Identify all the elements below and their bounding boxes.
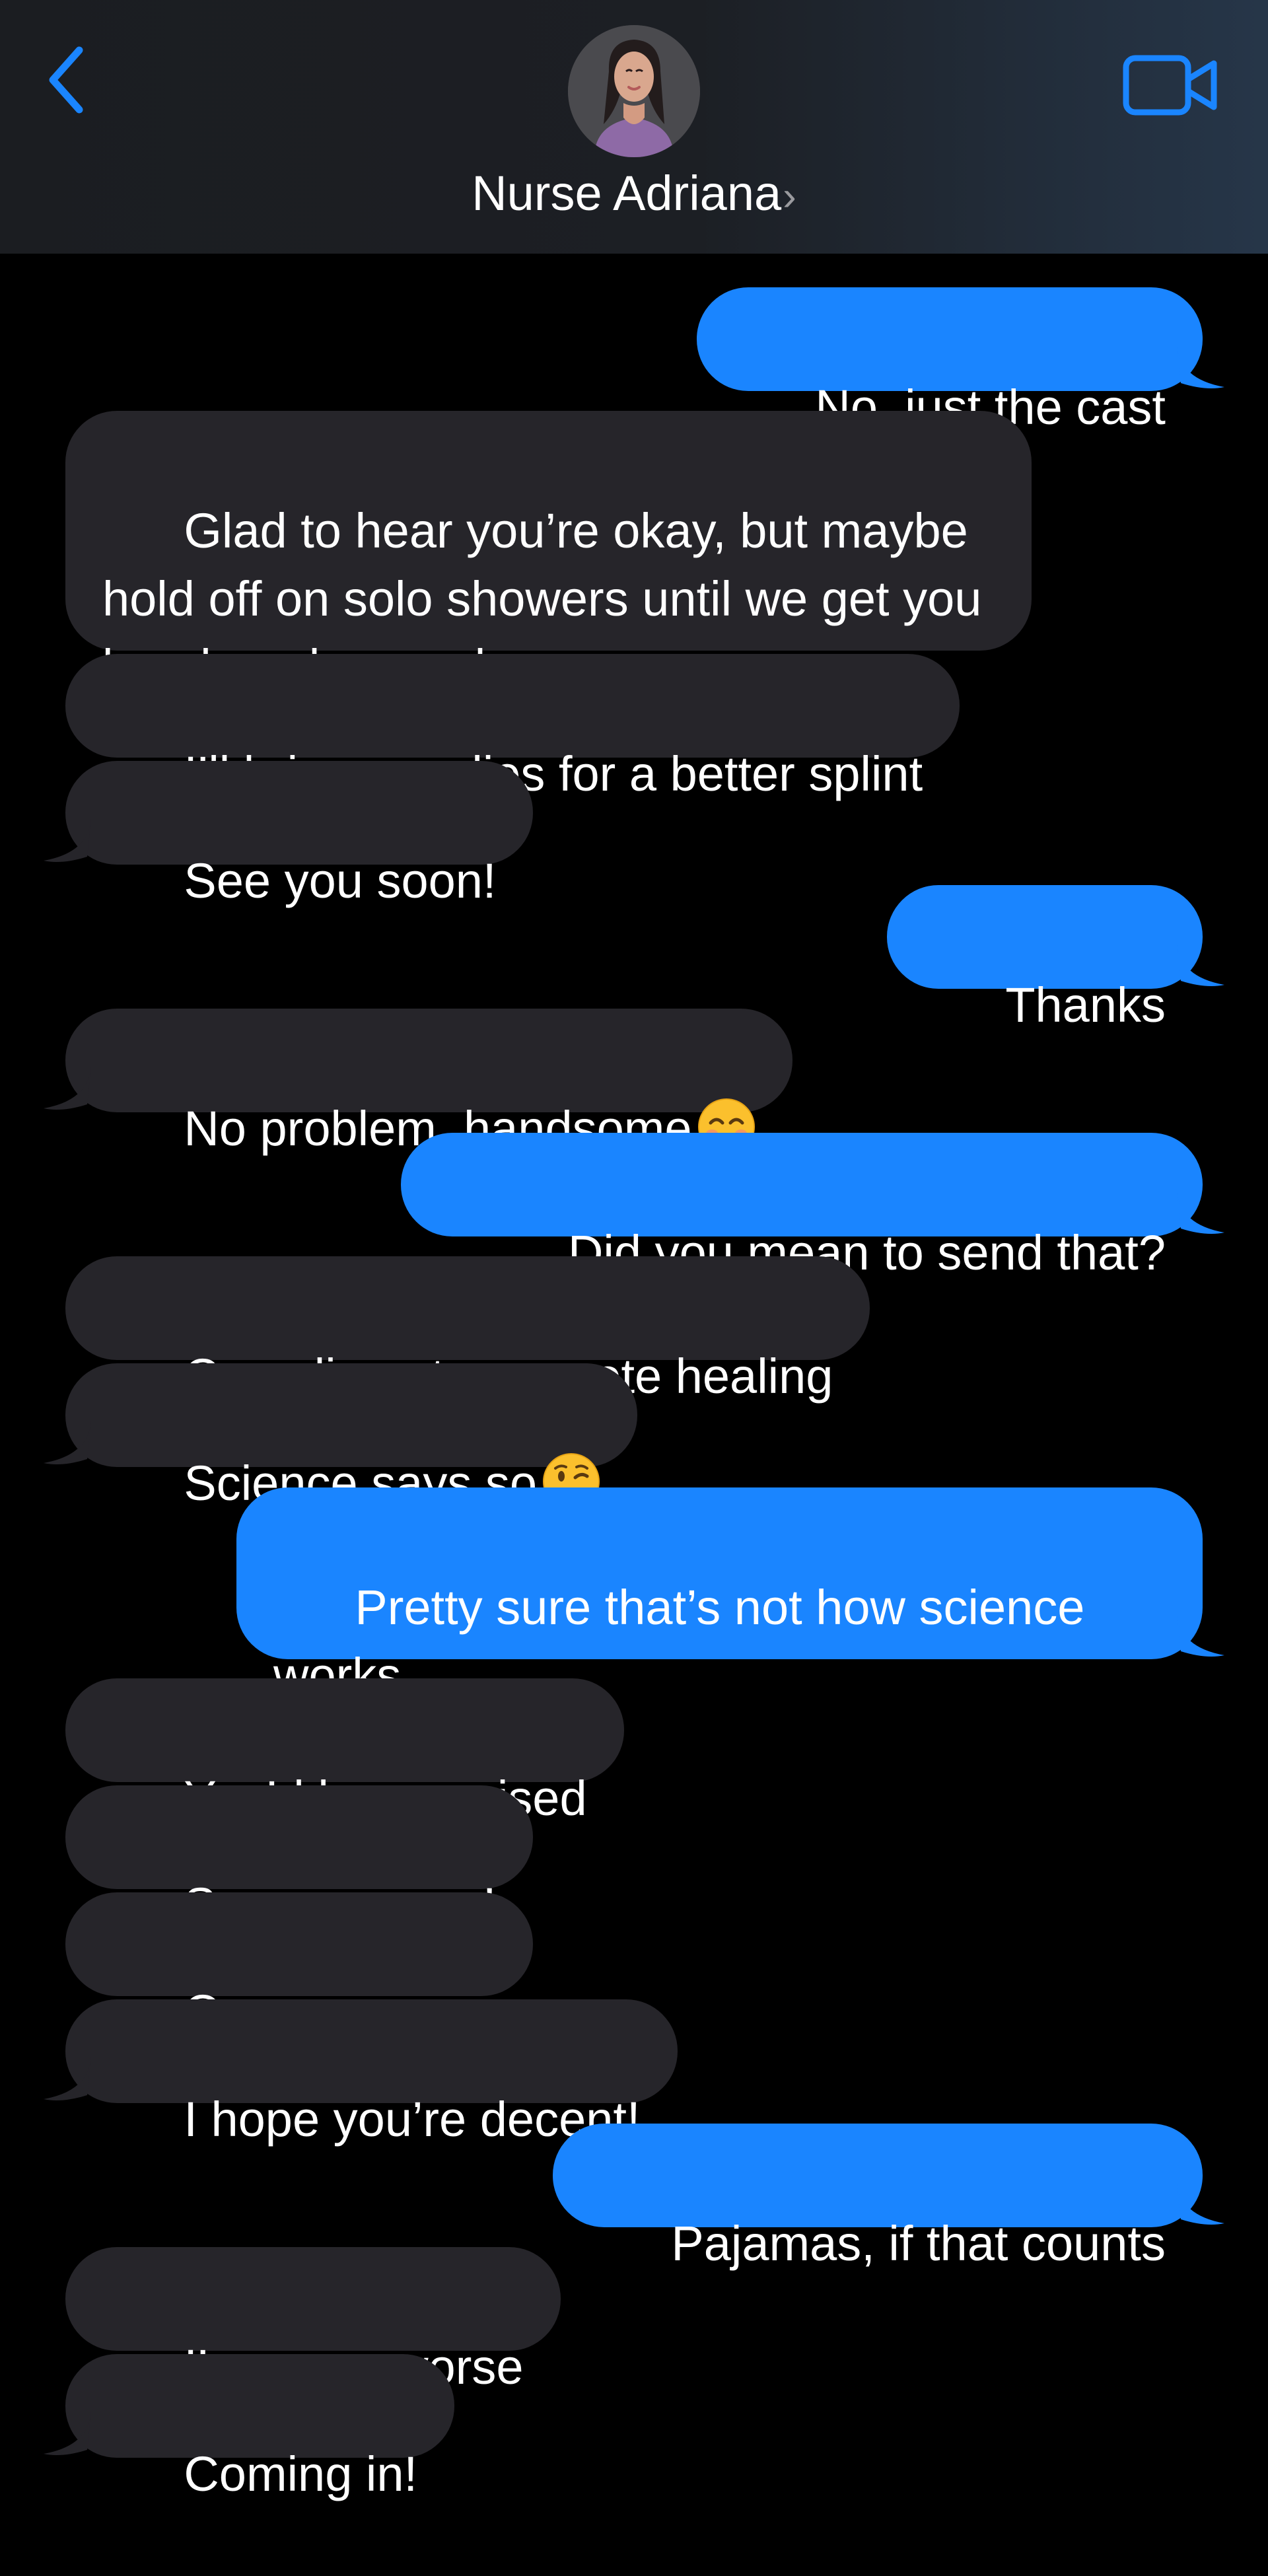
- message-row: Thanks: [0, 885, 1268, 1032]
- message-row: Pajamas, if that counts: [0, 2124, 1268, 2271]
- message-row: Compliments promote healing: [0, 1256, 1268, 1404]
- incoming-message-bubble[interactable]: I’ve seen worse: [65, 2247, 561, 2394]
- incoming-message-bubble[interactable]: Science says so: [65, 1363, 638, 1511]
- bubble-tail: [1177, 2181, 1230, 2227]
- message-row: Coming in!: [0, 2354, 1268, 2501]
- bubble-tail: [38, 1421, 91, 1467]
- message-row: See you soon!: [0, 761, 1268, 908]
- message-row: …Did you mean to send that?: [0, 1133, 1268, 1280]
- outgoing-message-bubble[interactable]: Pajamas, if that counts: [553, 2124, 1203, 2271]
- video-call-button[interactable]: [1123, 54, 1218, 116]
- incoming-message-bubble[interactable]: Glad to hear you’re okay, but maybe hold…: [65, 411, 1032, 694]
- bubble-tail: [38, 2057, 91, 2103]
- back-button[interactable]: [41, 44, 94, 116]
- bubble-tail: [1177, 1613, 1230, 1659]
- contact-name-button[interactable]: Nurse Adriana›: [0, 164, 1268, 227]
- message-thread[interactable]: No, just the cast Glad to hear you’re ok…: [0, 0, 1268, 2501]
- message-row: I’ve seen worse: [0, 2247, 1268, 2394]
- outgoing-message-bubble[interactable]: Pretty sure that’s not how science works: [236, 1487, 1203, 1703]
- outgoing-message-bubble[interactable]: …Did you mean to send that?: [400, 1133, 1203, 1280]
- incoming-message-bubble[interactable]: On my way up: [65, 1892, 534, 2040]
- message-row: No, just the cast: [0, 287, 1268, 435]
- video-camera-icon: [1123, 54, 1218, 116]
- message-row: See you soon!: [0, 1785, 1268, 1933]
- message-row: I hope you’re decent!: [0, 1999, 1268, 2147]
- incoming-message-bubble[interactable]: See you soon!: [65, 1785, 534, 1933]
- bubble-tail: [1177, 943, 1230, 989]
- incoming-message-bubble[interactable]: Compliments promote healing: [65, 1256, 870, 1404]
- message-row: Glad to hear you’re okay, but maybe hold…: [0, 411, 1268, 694]
- incoming-message-bubble[interactable]: See you soon!: [65, 761, 534, 908]
- incoming-message-bubble[interactable]: I’ll bring supplies for a better splint: [65, 654, 960, 801]
- outgoing-message-bubble[interactable]: Thanks: [886, 885, 1203, 1032]
- message-text: Coming in!: [184, 2447, 418, 2501]
- contact-name: Nurse Adriana: [472, 166, 782, 221]
- message-row: I’ll bring supplies for a better splint: [0, 654, 1268, 801]
- conversation-header: Nurse Adriana›: [0, 0, 1268, 254]
- bubble-tail: [1177, 1190, 1230, 1236]
- message-row: Science says so: [0, 1363, 1268, 1511]
- bubble-tail: [38, 2412, 91, 2458]
- incoming-message-bubble[interactable]: No problem, handsome: [65, 1009, 792, 1156]
- outgoing-message-bubble[interactable]: No, just the cast: [697, 287, 1203, 435]
- message-row: You’d be surprised: [0, 1678, 1268, 1826]
- bubble-tail: [38, 818, 91, 865]
- incoming-message-bubble[interactable]: You’d be surprised: [65, 1678, 624, 1826]
- bubble-tail: [1177, 345, 1230, 391]
- message-row: No problem, handsome: [0, 1009, 1268, 1156]
- incoming-message-bubble[interactable]: Coming in!: [65, 2354, 455, 2501]
- avatar[interactable]: [568, 25, 700, 157]
- incoming-message-bubble[interactable]: I hope you’re decent!: [65, 1999, 678, 2147]
- chevron-right-icon: ›: [783, 174, 796, 219]
- bubble-tail: [38, 1066, 91, 1112]
- chevron-left-icon: [41, 44, 94, 116]
- message-row: Pretty sure that’s not how science works: [0, 1487, 1268, 1703]
- message-row: On my way up: [0, 1892, 1268, 2040]
